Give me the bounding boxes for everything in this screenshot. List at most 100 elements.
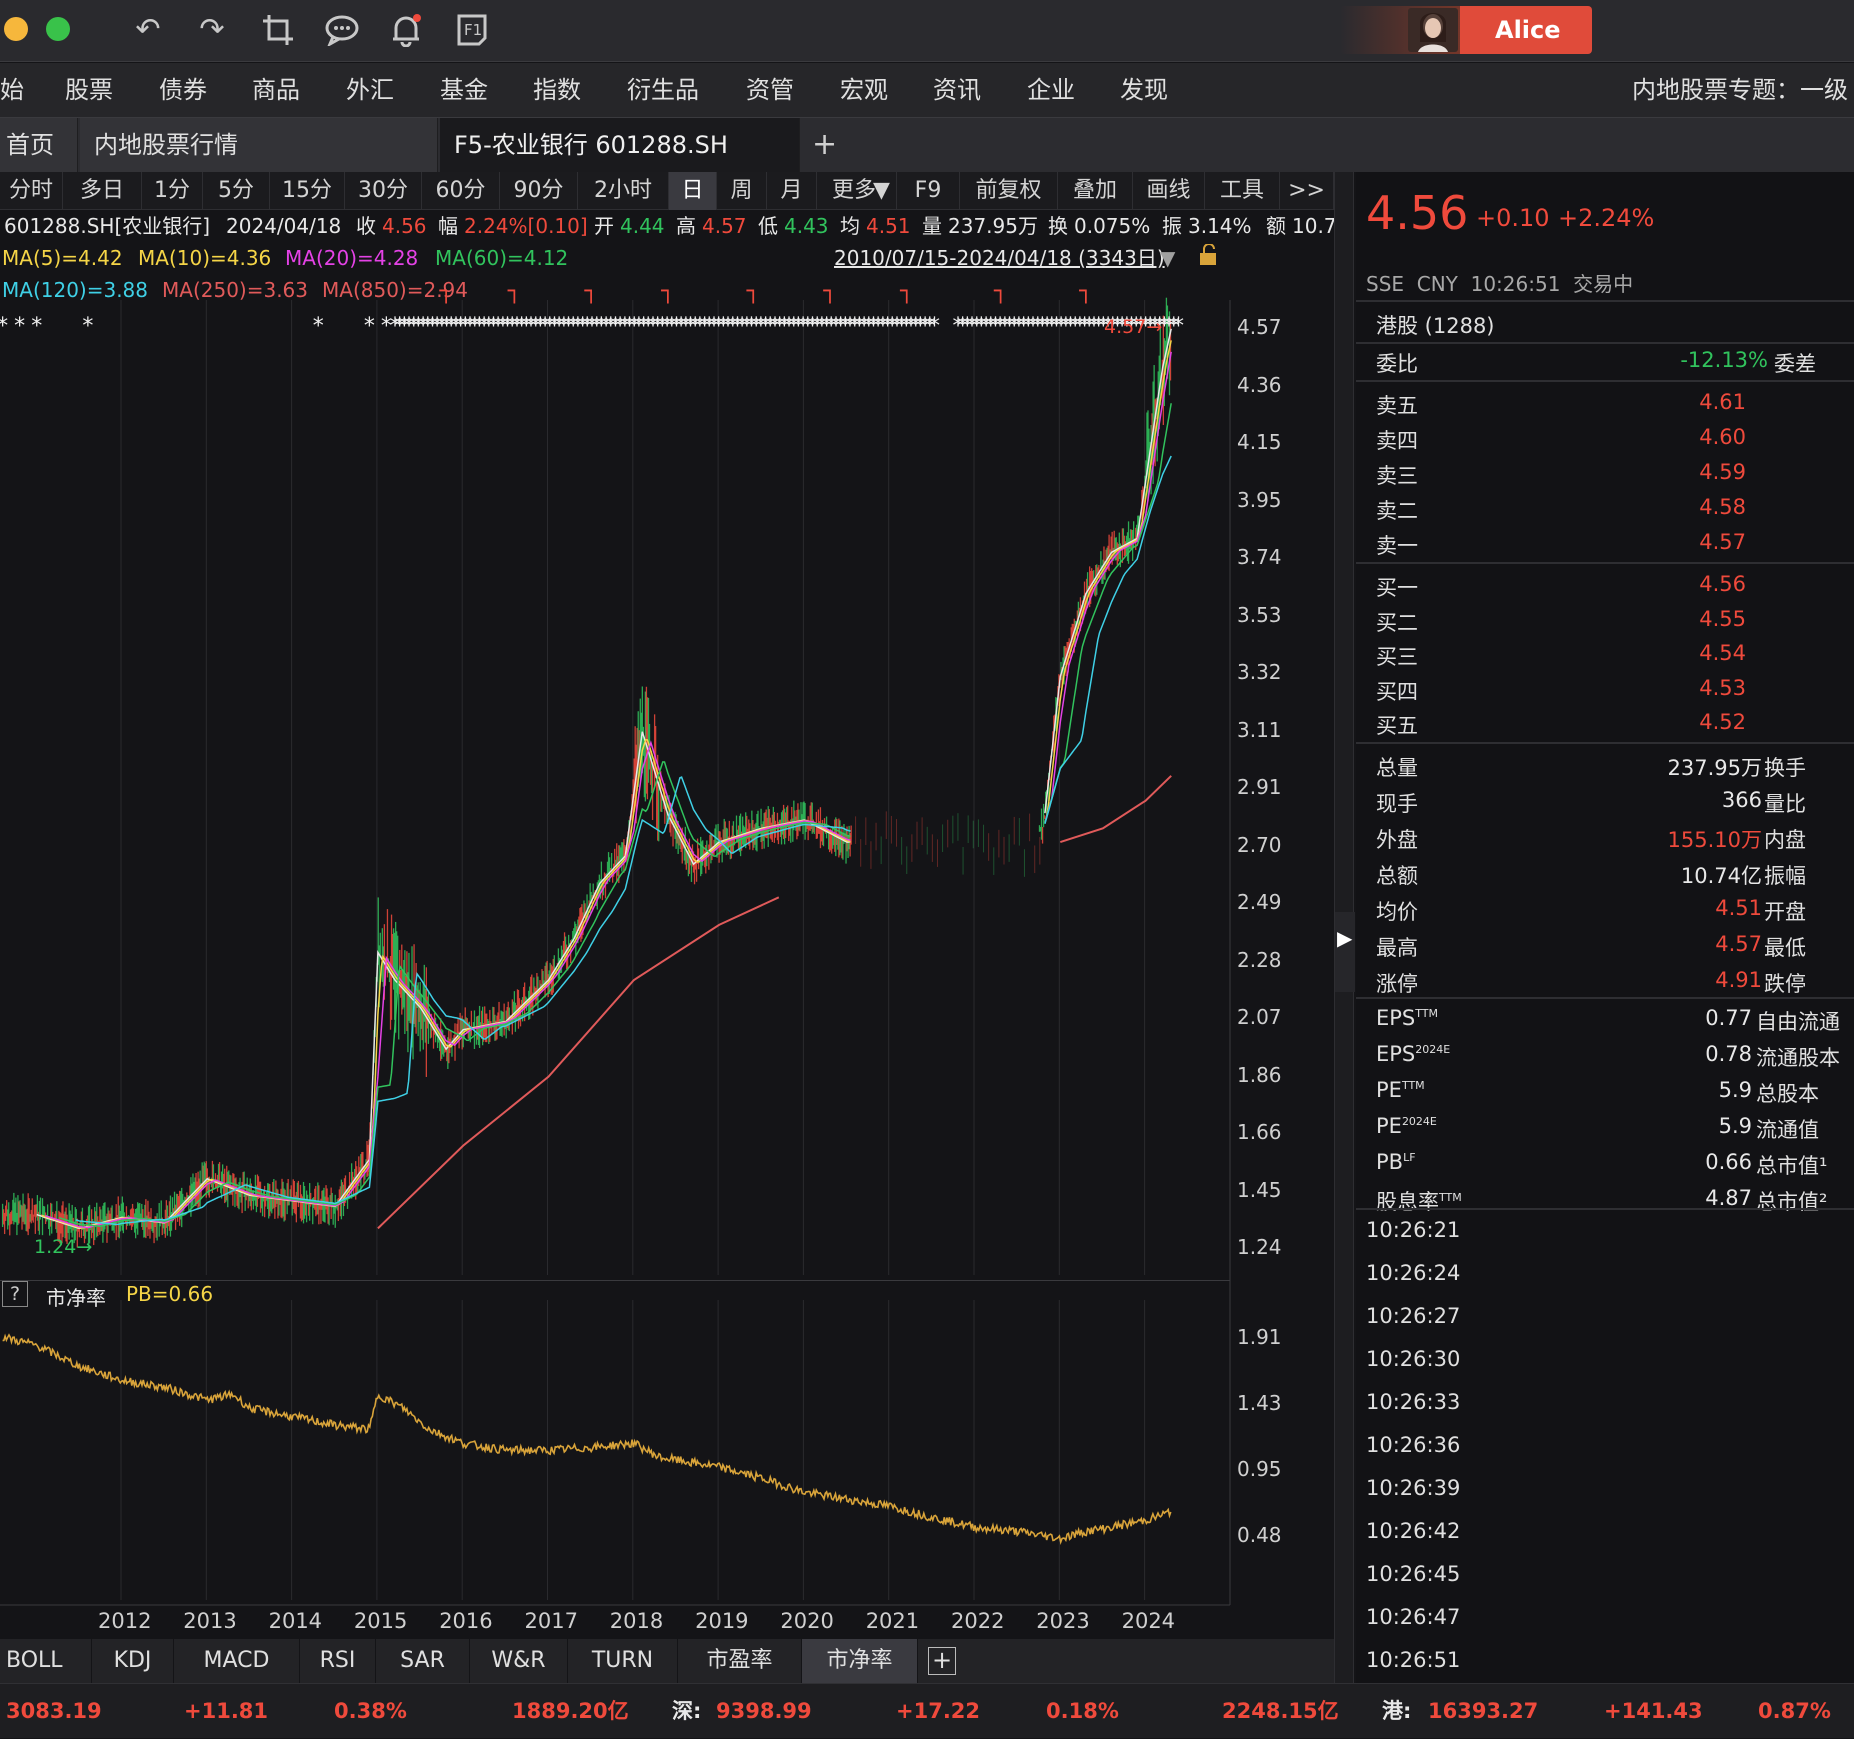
period-1min[interactable]: 1分 <box>142 172 203 210</box>
menu-item[interactable]: 始 <box>0 63 24 118</box>
event-marker: * <box>469 314 480 339</box>
event-marker: * <box>558 314 569 339</box>
menu-item-commodities[interactable]: 商品 <box>252 63 300 118</box>
period-2hour[interactable]: 2小时 <box>578 172 669 210</box>
tab-boll[interactable]: BOLL <box>0 1639 92 1683</box>
lock-icon[interactable] <box>1198 243 1218 273</box>
tools-button[interactable]: 工具 <box>1205 172 1280 210</box>
date-range-selector[interactable]: 2010/07/15-2024/04/18 (3343日) <box>834 244 1165 272</box>
menu-item-companies[interactable]: 企业 <box>1027 63 1075 118</box>
play-arrow-icon[interactable]: ▶ <box>1337 926 1352 950</box>
collapse-handle[interactable] <box>1335 912 1355 992</box>
event-marker: * <box>760 314 771 339</box>
avatar <box>1408 8 1458 52</box>
period-intraday[interactable]: 分时 <box>0 172 63 210</box>
period-90min[interactable]: 90分 <box>500 172 578 210</box>
event-marker: * <box>526 314 537 339</box>
tab-turn[interactable]: TURN <box>568 1639 678 1683</box>
menu-item-news[interactable]: 资讯 <box>933 63 981 118</box>
ma5-line <box>36 328 1172 1230</box>
menu-item-indices[interactable]: 指数 <box>533 63 581 118</box>
tick-time: 10:26:42 <box>1366 1519 1461 1543</box>
forward-adjust-button[interactable]: 前复权 <box>960 172 1058 210</box>
tab-pb[interactable]: 市净率 <box>802 1639 918 1683</box>
undo-icon[interactable]: ↶ <box>128 10 168 50</box>
tab-active-stock[interactable]: F5-农业银行 601288.SH <box>440 118 800 172</box>
event-marker: * <box>643 314 654 339</box>
range-dropdown-icon[interactable]: ▼ <box>1160 244 1175 272</box>
event-marker: * <box>737 314 748 339</box>
menu-item-derivatives[interactable]: 衍生品 <box>627 63 699 118</box>
event-marker: * <box>920 314 931 339</box>
draw-line-button[interactable]: 画线 <box>1133 172 1205 210</box>
event-marker: * <box>381 314 392 339</box>
open-label: 开 <box>594 214 614 238</box>
menu-item-macro[interactable]: 宏观 <box>840 63 888 118</box>
period-day[interactable]: 日 <box>669 172 717 210</box>
f9-button[interactable]: F9 <box>897 172 960 210</box>
event-marker: * <box>389 314 400 339</box>
menu-item-funds[interactable]: 基金 <box>440 63 488 118</box>
stat-value: 237.95万 <box>1667 756 1762 780</box>
tab-home[interactable]: 首页 <box>0 118 78 172</box>
add-tab-button[interactable]: + <box>802 118 862 172</box>
event-marker: * <box>1037 314 1048 339</box>
chat-icon[interactable] <box>322 10 362 50</box>
period-5min[interactable]: 5分 <box>203 172 270 210</box>
period-60min[interactable]: 60分 <box>422 172 500 210</box>
crop-icon[interactable] <box>258 10 298 50</box>
event-marker: * <box>990 314 1001 339</box>
high-annotation: 4.57→ <box>1104 316 1163 338</box>
y-axis-tick: 4.57 <box>1237 315 1282 339</box>
menu-item-forex[interactable]: 外汇 <box>346 63 394 118</box>
period-multiday[interactable]: 多日 <box>63 172 142 210</box>
menu-item-discover[interactable]: 发现 <box>1120 63 1168 118</box>
ask-level-label: 卖五 <box>1376 394 1418 418</box>
f1-help-icon[interactable]: F1 <box>452 10 492 50</box>
period-15min[interactable]: 15分 <box>270 172 345 210</box>
event-marker: * <box>465 314 476 339</box>
menu-right-topic[interactable]: 内地股票专题：一级 <box>1632 63 1848 118</box>
tick-time: 10:26:47 <box>1366 1605 1461 1629</box>
window-zoom-dot[interactable] <box>46 17 70 41</box>
y-axis-tick: 3.74 <box>1237 545 1282 569</box>
tab-kdj[interactable]: KDJ <box>92 1639 174 1683</box>
add-indicator-button[interactable]: + <box>928 1647 956 1675</box>
tab-macd[interactable]: MACD <box>174 1639 300 1683</box>
period-30min[interactable]: 30分 <box>345 172 422 210</box>
y-axis-tick: 1.86 <box>1237 1062 1282 1087</box>
period-month[interactable]: 月 <box>767 172 817 210</box>
event-marker: * <box>619 314 630 339</box>
hk-link[interactable]: 港股 (1288) <box>1376 310 1495 340</box>
overlay-button[interactable]: 叠加 <box>1058 172 1133 210</box>
y-axis-tick: 1.45 <box>1237 1177 1282 1202</box>
event-marker: * <box>31 314 42 339</box>
webi-label: 委比 <box>1376 352 1418 376</box>
tab-market[interactable]: 内地股票行情 <box>80 118 438 172</box>
tab-rsi[interactable]: RSI <box>300 1639 376 1683</box>
redo-icon[interactable]: ↷ <box>192 10 232 50</box>
event-marker: * <box>962 314 973 339</box>
bid-level-price: 4.54 <box>1699 641 1746 665</box>
panel-divider-handle[interactable]: ▶ <box>1334 172 1355 1683</box>
help-icon[interactable]: ? <box>2 1281 28 1307</box>
menu-item-bonds[interactable]: 债券 <box>159 63 207 118</box>
event-marker: * <box>690 314 701 339</box>
menu-item-stocks[interactable]: 股票 <box>65 63 113 118</box>
tab-bar: 首页 内地股票行情 F5-农业银行 601288.SH + <box>0 118 1854 172</box>
tab-pe[interactable]: 市盈率 <box>678 1639 802 1683</box>
more-tools-button[interactable]: >> <box>1280 172 1334 210</box>
window-minimize-dot[interactable] <box>4 17 28 41</box>
period-more-dropdown[interactable]: 更多 ▼ <box>817 172 897 210</box>
fundamental-label: 股息率TTM <box>1376 1190 1462 1214</box>
menu-item-asset-management[interactable]: 资管 <box>746 63 794 118</box>
panel-divider <box>0 1280 1230 1281</box>
period-week[interactable]: 周 <box>717 172 767 210</box>
event-marker: * <box>1051 314 1062 339</box>
tab-sar[interactable]: SAR <box>376 1639 470 1683</box>
user-account-button[interactable]: Alice <box>1340 6 1592 54</box>
notification-bell-icon[interactable] <box>386 10 426 50</box>
tab-wr[interactable]: W&R <box>470 1639 568 1683</box>
event-marker: * <box>474 314 485 339</box>
event-marker: * <box>662 314 673 339</box>
